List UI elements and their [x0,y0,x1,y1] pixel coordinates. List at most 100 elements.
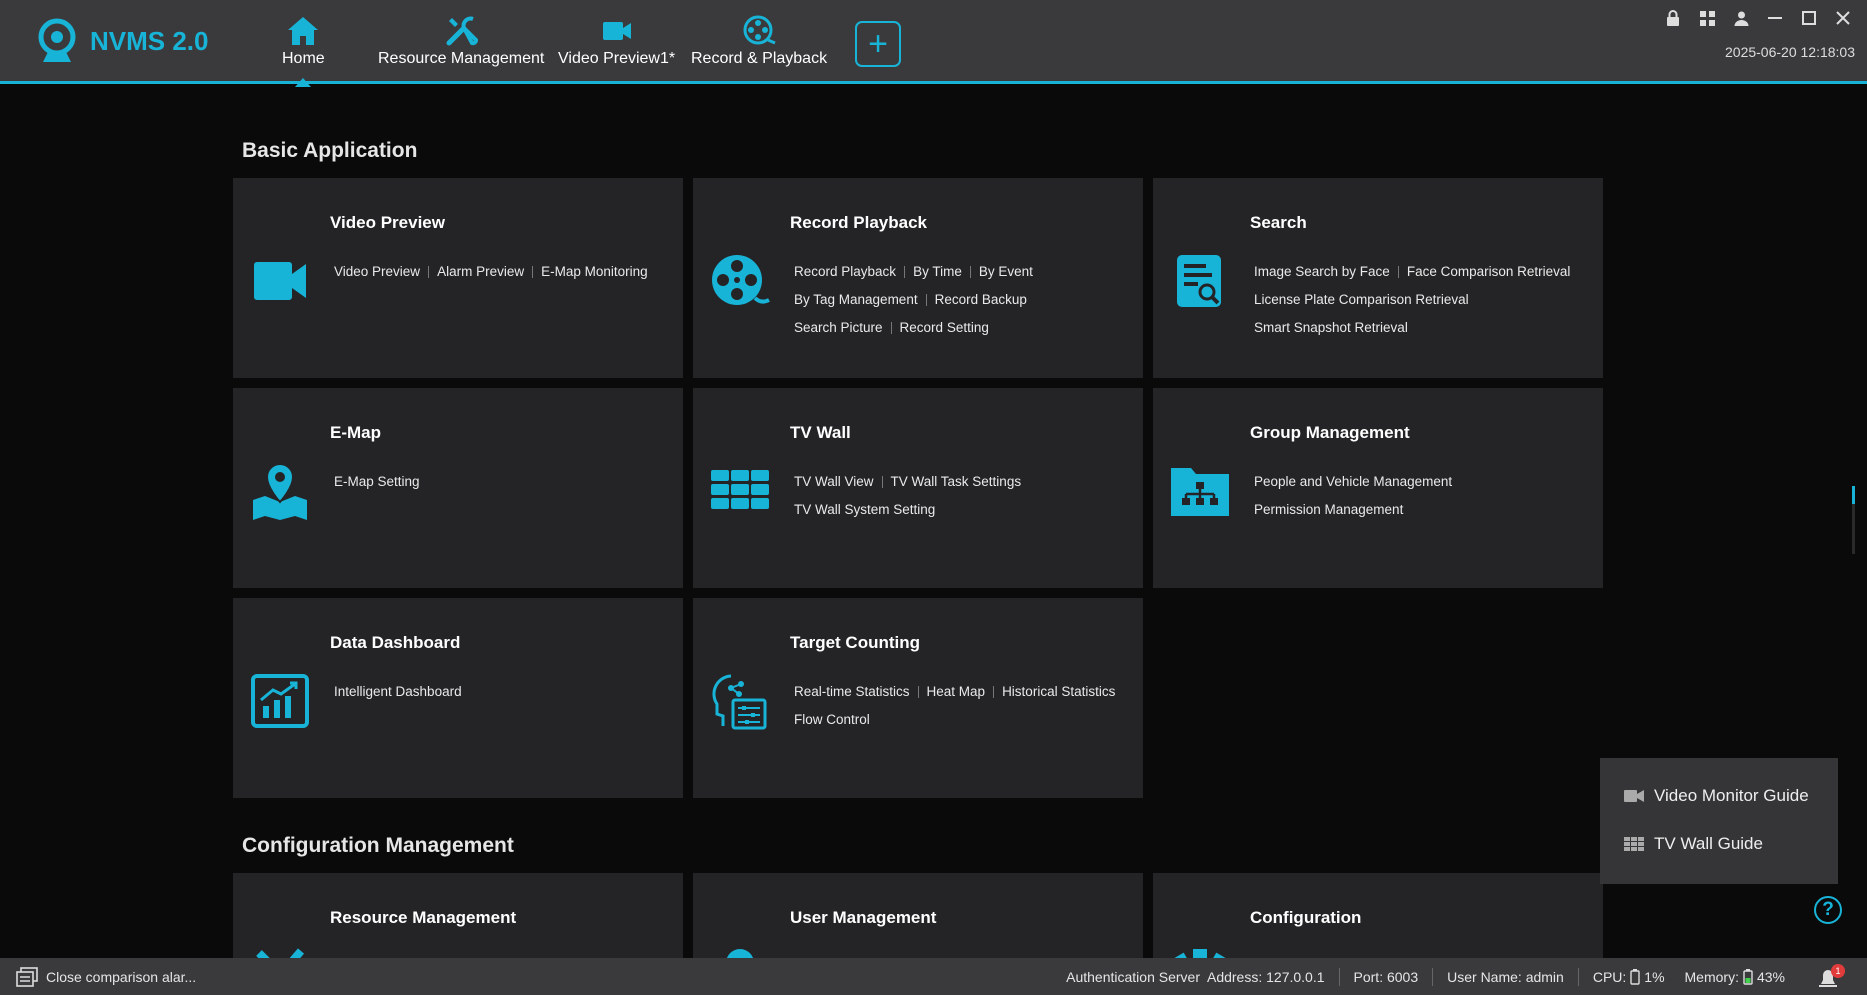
link-by-time[interactable]: By Time [913,258,962,286]
link-emap-monitoring[interactable]: E-Map Monitoring [541,258,648,286]
link-tv-wall-view[interactable]: TV Wall View [794,468,874,496]
link-face-comparison-retrieval[interactable]: Face Comparison Retrieval [1407,258,1571,286]
video-camera-icon [254,262,306,300]
tab-resource-management[interactable]: Resource Management [378,14,544,74]
close-icon[interactable] [1833,8,1853,28]
link-record-backup[interactable]: Record Backup [935,286,1027,314]
card-title: Configuration [1250,908,1362,927]
tools-icon [256,948,305,958]
link-heat-map[interactable]: Heat Map [927,678,986,706]
document-search-icon [1177,255,1221,307]
card-links: TV Wall View TV Wall Task Settings TV Wal… [794,468,1139,524]
link-record-playback[interactable]: Record Playback [794,258,896,286]
card-group-management[interactable]: Group Management People and Vehicle Mana… [1153,388,1603,588]
active-tab-indicator [295,78,312,87]
tab-home[interactable]: Home [282,14,325,87]
link-tv-wall-system-setting[interactable]: TV Wall System Setting [794,496,935,524]
card-emap[interactable]: E-Map E-Map Setting [233,388,683,588]
card-configuration[interactable]: Configuration [1153,873,1603,958]
tab-record-playback[interactable]: Record & Playback [691,14,827,74]
tv-wall-grid-icon [711,470,769,509]
battery-low-icon [1630,969,1640,985]
cpu-label: CPU: [1592,969,1627,985]
divider [904,266,906,279]
divider [1432,968,1434,986]
divider [532,266,534,279]
card-user-management[interactable]: User Management [693,873,1143,958]
scrollbar-thumb[interactable] [1852,486,1855,504]
card-record-playback[interactable]: Record Playback Record Playback By Time By… [693,178,1143,378]
video-monitor-guide-item[interactable]: Video Monitor Guide [1624,786,1809,806]
link-people-vehicle-management[interactable]: People and Vehicle Management [1254,468,1452,496]
clock: 2025-06-20 12:18:03 [1725,44,1855,60]
video-monitor-guide-label: Video Monitor Guide [1654,786,1809,805]
divider [1338,968,1340,986]
link-realtime-statistics[interactable]: Real-time Statistics [794,678,910,706]
link-search-picture[interactable]: Search Picture [794,314,883,342]
link-tv-wall-task-settings[interactable]: TV Wall Task Settings [891,468,1022,496]
link-intelligent-dashboard[interactable]: Intelligent Dashboard [334,678,462,706]
link-permission-management[interactable]: Permission Management [1254,496,1403,524]
divider [969,266,971,279]
card-target-counting[interactable]: Target Counting Real-time Statistics Heat… [693,598,1143,798]
link-image-search-by-face[interactable]: Image Search by Face [1254,258,1390,286]
card-video-preview[interactable]: Video Preview Video Preview Alarm Preview… [233,178,683,378]
card-title: Video Preview [330,213,445,232]
link-license-plate-retrieval[interactable]: License Plate Comparison Retrieval [1254,286,1469,314]
tab-playback-label: Record & Playback [691,50,828,67]
card-links: Image Search by Face Face Comparison Retr… [1254,258,1599,342]
link-by-event[interactable]: By Event [979,258,1033,286]
link-historical-statistics[interactable]: Historical Statistics [1002,678,1115,706]
status-left[interactable]: Close comparison alar... [16,967,196,987]
card-title: Group Management [1250,423,1410,442]
section-title-basic: Basic Application [242,139,418,162]
link-emap-setting[interactable]: E-Map Setting [334,468,420,496]
divider [917,686,919,699]
card-links: Video Preview Alarm Preview E-Map Monitori… [334,258,679,286]
user-icon[interactable] [1731,8,1751,28]
app-logo: NVMS 2.0 [36,18,209,64]
divider [1397,266,1399,279]
map-pin-icon [253,462,307,520]
tab-home-label: Home [282,50,325,67]
link-alarm-preview[interactable]: Alarm Preview [437,258,524,286]
video-camera-icon [602,22,631,40]
app-title: NVMS 2.0 [90,25,209,56]
add-tab-button[interactable]: + [855,21,901,67]
tab-video-preview[interactable]: Video Preview1* [558,14,675,74]
help-button[interactable]: ? [1814,896,1842,924]
card-search[interactable]: Search Image Search by Face Face Comparis… [1153,178,1603,378]
card-title: Target Counting [790,633,920,652]
maximize-icon[interactable] [1799,8,1819,28]
card-title: Record Playback [790,213,928,232]
username-text: User Name: admin [1447,969,1564,985]
guide-popup: Video Monitor Guide TV Wall Guide [1600,758,1838,884]
memory-value: 43% [1756,969,1785,985]
link-by-tag-management[interactable]: By Tag Management [794,286,918,314]
link-video-preview[interactable]: Video Preview [334,258,420,286]
link-smart-snapshot-retrieval[interactable]: Smart Snapshot Retrieval [1254,314,1408,342]
tv-wall-guide-item[interactable]: TV Wall Guide [1624,834,1763,854]
divider [890,322,892,335]
card-tv-wall[interactable]: TV Wall TV Wall View TV Wall Task Setting… [693,388,1143,588]
folder-hierarchy-icon [1171,468,1229,516]
link-flow-control[interactable]: Flow Control [794,706,870,734]
close-comparison-alarm-text: Close comparison alar... [46,969,197,985]
lock-icon[interactable] [1663,8,1683,28]
chart-dashboard-icon [251,674,309,728]
card-data-dashboard[interactable]: Data Dashboard Intelligent Dashboard [233,598,683,798]
card-title: Search [1250,213,1307,232]
card-title: TV Wall [790,423,851,442]
card-links: Intelligent Dashboard [334,678,679,706]
minimize-icon[interactable] [1765,8,1785,28]
card-resource-management[interactable]: Resource Management [233,873,683,958]
window-list-icon [16,967,38,987]
layout-grid-icon[interactable] [1697,8,1717,28]
port-text: Port: 6003 [1353,969,1419,985]
card-title: Data Dashboard [330,633,461,652]
card-links: Record Playback By Time By Event By Tag Ma… [794,258,1139,342]
link-record-setting[interactable]: Record Setting [900,314,989,342]
card-title: E-Map [330,423,381,442]
divider [428,266,430,279]
status-bar: Close comparison alar... Authentication … [0,958,1867,995]
